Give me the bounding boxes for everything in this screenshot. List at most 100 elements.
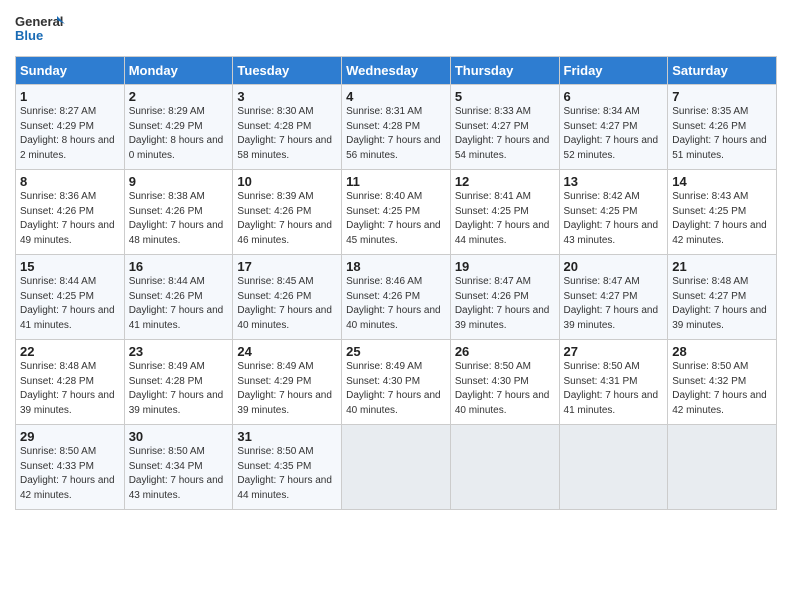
day-number: 22 xyxy=(20,344,120,359)
calendar-week-4: 22 Sunrise: 8:48 AMSunset: 4:28 PMDayligh… xyxy=(16,340,777,425)
weekday-header-monday: Monday xyxy=(124,57,233,85)
cell-info: Sunrise: 8:46 AMSunset: 4:26 PMDaylight:… xyxy=(346,276,441,331)
calendar-cell: 9Sunrise: 8:38 AMSunset: 4:26 PMDaylight… xyxy=(124,170,233,255)
day-number: 25 xyxy=(346,344,446,359)
weekday-header-wednesday: Wednesday xyxy=(342,57,451,85)
calendar-cell: 21 Sunrise: 8:48 AMSunset: 4:27 PMDayligh… xyxy=(668,255,777,340)
calendar-cell: 2 Sunrise: 8:29 AMSunset: 4:29 PMDaylight… xyxy=(124,85,233,170)
cell-info: Sunrise: 8:49 AMSunset: 4:29 PMDaylight:… xyxy=(237,361,332,416)
day-number: 5 xyxy=(455,89,555,104)
calendar-cell: 18 Sunrise: 8:46 AMSunset: 4:26 PMDayligh… xyxy=(342,255,451,340)
cell-info: Sunrise: 8:50 AMSunset: 4:35 PMDaylight:… xyxy=(237,446,332,501)
day-number: 28 xyxy=(672,344,772,359)
day-number: 1 xyxy=(20,89,120,104)
cell-info: Sunrise: 8:36 AMSunset: 4:26 PMDaylight:… xyxy=(20,191,115,246)
cell-info: Sunrise: 8:44 AMSunset: 4:25 PMDaylight:… xyxy=(20,276,115,331)
cell-info: Sunrise: 8:49 AMSunset: 4:30 PMDaylight:… xyxy=(346,361,441,416)
calendar-cell: 26 Sunrise: 8:50 AMSunset: 4:30 PMDayligh… xyxy=(450,340,559,425)
day-number: 12 xyxy=(455,174,555,189)
calendar-cell: 3 Sunrise: 8:30 AMSunset: 4:28 PMDaylight… xyxy=(233,85,342,170)
cell-info: Sunrise: 8:33 AMSunset: 4:27 PMDaylight:… xyxy=(455,106,550,161)
day-number: 24 xyxy=(237,344,337,359)
day-number: 13 xyxy=(564,174,664,189)
calendar-cell: 23 Sunrise: 8:49 AMSunset: 4:28 PMDayligh… xyxy=(124,340,233,425)
calendar-cell: 20Sunrise: 8:47 AMSunset: 4:27 PMDayligh… xyxy=(559,255,668,340)
svg-text:Blue: Blue xyxy=(15,28,43,43)
cell-info: Sunrise: 8:29 AMSunset: 4:29 PMDaylight:… xyxy=(129,106,224,161)
calendar-cell: 5 Sunrise: 8:33 AMSunset: 4:27 PMDaylight… xyxy=(450,85,559,170)
cell-info: Sunrise: 8:48 AMSunset: 4:28 PMDaylight:… xyxy=(20,361,115,416)
calendar-cell: 30 Sunrise: 8:50 AMSunset: 4:34 PMDayligh… xyxy=(124,425,233,510)
weekday-header-thursday: Thursday xyxy=(450,57,559,85)
logo-svg: General Blue xyxy=(15,10,65,50)
calendar-cell: 28 Sunrise: 8:50 AMSunset: 4:32 PMDayligh… xyxy=(668,340,777,425)
calendar-cell: 11 Sunrise: 8:40 AMSunset: 4:25 PMDayligh… xyxy=(342,170,451,255)
day-number: 30 xyxy=(129,429,229,444)
calendar-week-3: 15 Sunrise: 8:44 AMSunset: 4:25 PMDayligh… xyxy=(16,255,777,340)
calendar-cell xyxy=(450,425,559,510)
calendar-cell: 24 Sunrise: 8:49 AMSunset: 4:29 PMDayligh… xyxy=(233,340,342,425)
day-number: 15 xyxy=(20,259,120,274)
weekday-header-tuesday: Tuesday xyxy=(233,57,342,85)
calendar-week-1: 1 Sunrise: 8:27 AMSunset: 4:29 PMDaylight… xyxy=(16,85,777,170)
cell-info: Sunrise: 8:42 AMSunset: 4:25 PMDaylight:… xyxy=(564,191,659,246)
calendar-cell: 1 Sunrise: 8:27 AMSunset: 4:29 PMDaylight… xyxy=(16,85,125,170)
calendar-cell: 4 Sunrise: 8:31 AMSunset: 4:28 PMDaylight… xyxy=(342,85,451,170)
calendar-cell: 25 Sunrise: 8:49 AMSunset: 4:30 PMDayligh… xyxy=(342,340,451,425)
logo: General Blue xyxy=(15,10,65,50)
weekday-header-row: SundayMondayTuesdayWednesdayThursdayFrid… xyxy=(16,57,777,85)
weekday-header-saturday: Saturday xyxy=(668,57,777,85)
calendar-cell: 29Sunrise: 8:50 AMSunset: 4:33 PMDayligh… xyxy=(16,425,125,510)
calendar-week-2: 8 Sunrise: 8:36 AMSunset: 4:26 PMDaylight… xyxy=(16,170,777,255)
cell-info: Sunrise: 8:50 AMSunset: 4:30 PMDaylight:… xyxy=(455,361,550,416)
cell-info: Sunrise: 8:50 AMSunset: 4:31 PMDaylight:… xyxy=(564,361,659,416)
cell-info: Sunrise: 8:48 AMSunset: 4:27 PMDaylight:… xyxy=(672,276,767,331)
day-number: 18 xyxy=(346,259,446,274)
cell-info: Sunrise: 8:30 AMSunset: 4:28 PMDaylight:… xyxy=(237,106,332,161)
cell-info: Sunrise: 8:35 AMSunset: 4:26 PMDaylight:… xyxy=(672,106,767,161)
calendar-table: SundayMondayTuesdayWednesdayThursdayFrid… xyxy=(15,56,777,510)
cell-info: Sunrise: 8:50 AMSunset: 4:32 PMDaylight:… xyxy=(672,361,767,416)
calendar-cell: 16 Sunrise: 8:44 AMSunset: 4:26 PMDayligh… xyxy=(124,255,233,340)
day-number: 17 xyxy=(237,259,337,274)
day-number: 10 xyxy=(237,174,337,189)
cell-info: Sunrise: 8:44 AMSunset: 4:26 PMDaylight:… xyxy=(129,276,224,331)
cell-info: Sunrise: 8:45 AMSunset: 4:26 PMDaylight:… xyxy=(237,276,332,331)
cell-info: Sunrise: 8:31 AMSunset: 4:28 PMDaylight:… xyxy=(346,106,441,161)
weekday-header-friday: Friday xyxy=(559,57,668,85)
cell-info: Sunrise: 8:41 AMSunset: 4:25 PMDaylight:… xyxy=(455,191,550,246)
calendar-week-5: 29Sunrise: 8:50 AMSunset: 4:33 PMDayligh… xyxy=(16,425,777,510)
day-number: 3 xyxy=(237,89,337,104)
header: General Blue xyxy=(15,10,777,50)
day-number: 31 xyxy=(237,429,337,444)
cell-info: Sunrise: 8:40 AMSunset: 4:25 PMDaylight:… xyxy=(346,191,441,246)
calendar-cell: 31 Sunrise: 8:50 AMSunset: 4:35 PMDayligh… xyxy=(233,425,342,510)
calendar-cell: 19 Sunrise: 8:47 AMSunset: 4:26 PMDayligh… xyxy=(450,255,559,340)
cell-info: Sunrise: 8:49 AMSunset: 4:28 PMDaylight:… xyxy=(129,361,224,416)
calendar-cell: 15 Sunrise: 8:44 AMSunset: 4:25 PMDayligh… xyxy=(16,255,125,340)
day-number: 11 xyxy=(346,174,446,189)
day-number: 2 xyxy=(129,89,229,104)
weekday-header-sunday: Sunday xyxy=(16,57,125,85)
cell-info: Sunrise: 8:27 AMSunset: 4:29 PMDaylight:… xyxy=(20,106,115,161)
day-number: 26 xyxy=(455,344,555,359)
calendar-cell: 22 Sunrise: 8:48 AMSunset: 4:28 PMDayligh… xyxy=(16,340,125,425)
calendar-header: SundayMondayTuesdayWednesdayThursdayFrid… xyxy=(16,57,777,85)
svg-text:General: General xyxy=(15,14,63,29)
day-number: 19 xyxy=(455,259,555,274)
day-number: 4 xyxy=(346,89,446,104)
cell-info: Sunrise: 8:47 AMSunset: 4:26 PMDaylight:… xyxy=(455,276,550,331)
calendar-cell: 13 Sunrise: 8:42 AMSunset: 4:25 PMDayligh… xyxy=(559,170,668,255)
calendar-cell: 7Sunrise: 8:35 AMSunset: 4:26 PMDaylight… xyxy=(668,85,777,170)
calendar-cell: 10 Sunrise: 8:39 AMSunset: 4:26 PMDayligh… xyxy=(233,170,342,255)
calendar-cell xyxy=(668,425,777,510)
calendar-cell xyxy=(559,425,668,510)
calendar-body: 1 Sunrise: 8:27 AMSunset: 4:29 PMDaylight… xyxy=(16,85,777,510)
cell-info: Sunrise: 8:39 AMSunset: 4:26 PMDaylight:… xyxy=(237,191,332,246)
day-number: 16 xyxy=(129,259,229,274)
day-number: 8 xyxy=(20,174,120,189)
day-number: 23 xyxy=(129,344,229,359)
cell-info: Sunrise: 8:50 AMSunset: 4:34 PMDaylight:… xyxy=(129,446,224,501)
day-number: 21 xyxy=(672,259,772,274)
day-number: 20 xyxy=(564,259,664,274)
